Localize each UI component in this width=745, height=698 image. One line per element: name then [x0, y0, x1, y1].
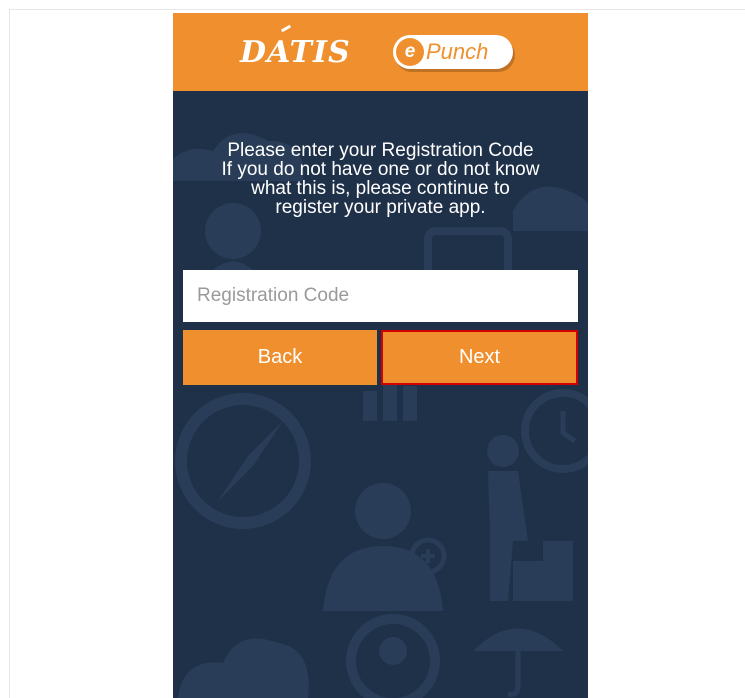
- instructions-line-4: register your private app.: [275, 197, 486, 218]
- instructions-line-1: Please enter your Registration Code: [227, 140, 534, 161]
- datis-logo-accent: [280, 24, 292, 33]
- instructions-line-2: If you do not have one or do not know: [221, 159, 540, 180]
- next-button[interactable]: Next: [381, 330, 578, 385]
- registration-instructions: Please enter your Registration Code If y…: [173, 141, 588, 217]
- epunch-logo: e Punch: [393, 35, 513, 69]
- app-screen: DATIS e Punch Please enter your Registra…: [173, 13, 588, 698]
- epunch-logo-e: e: [396, 38, 424, 66]
- instructions-line-3: what this is, please continue to: [251, 178, 510, 199]
- epunch-logo-text: Punch: [426, 39, 489, 64]
- back-button[interactable]: Back: [183, 330, 377, 385]
- datis-logo: DATIS: [240, 35, 351, 70]
- app-header: DATIS e Punch: [173, 13, 588, 91]
- registration-code-input[interactable]: [183, 270, 578, 322]
